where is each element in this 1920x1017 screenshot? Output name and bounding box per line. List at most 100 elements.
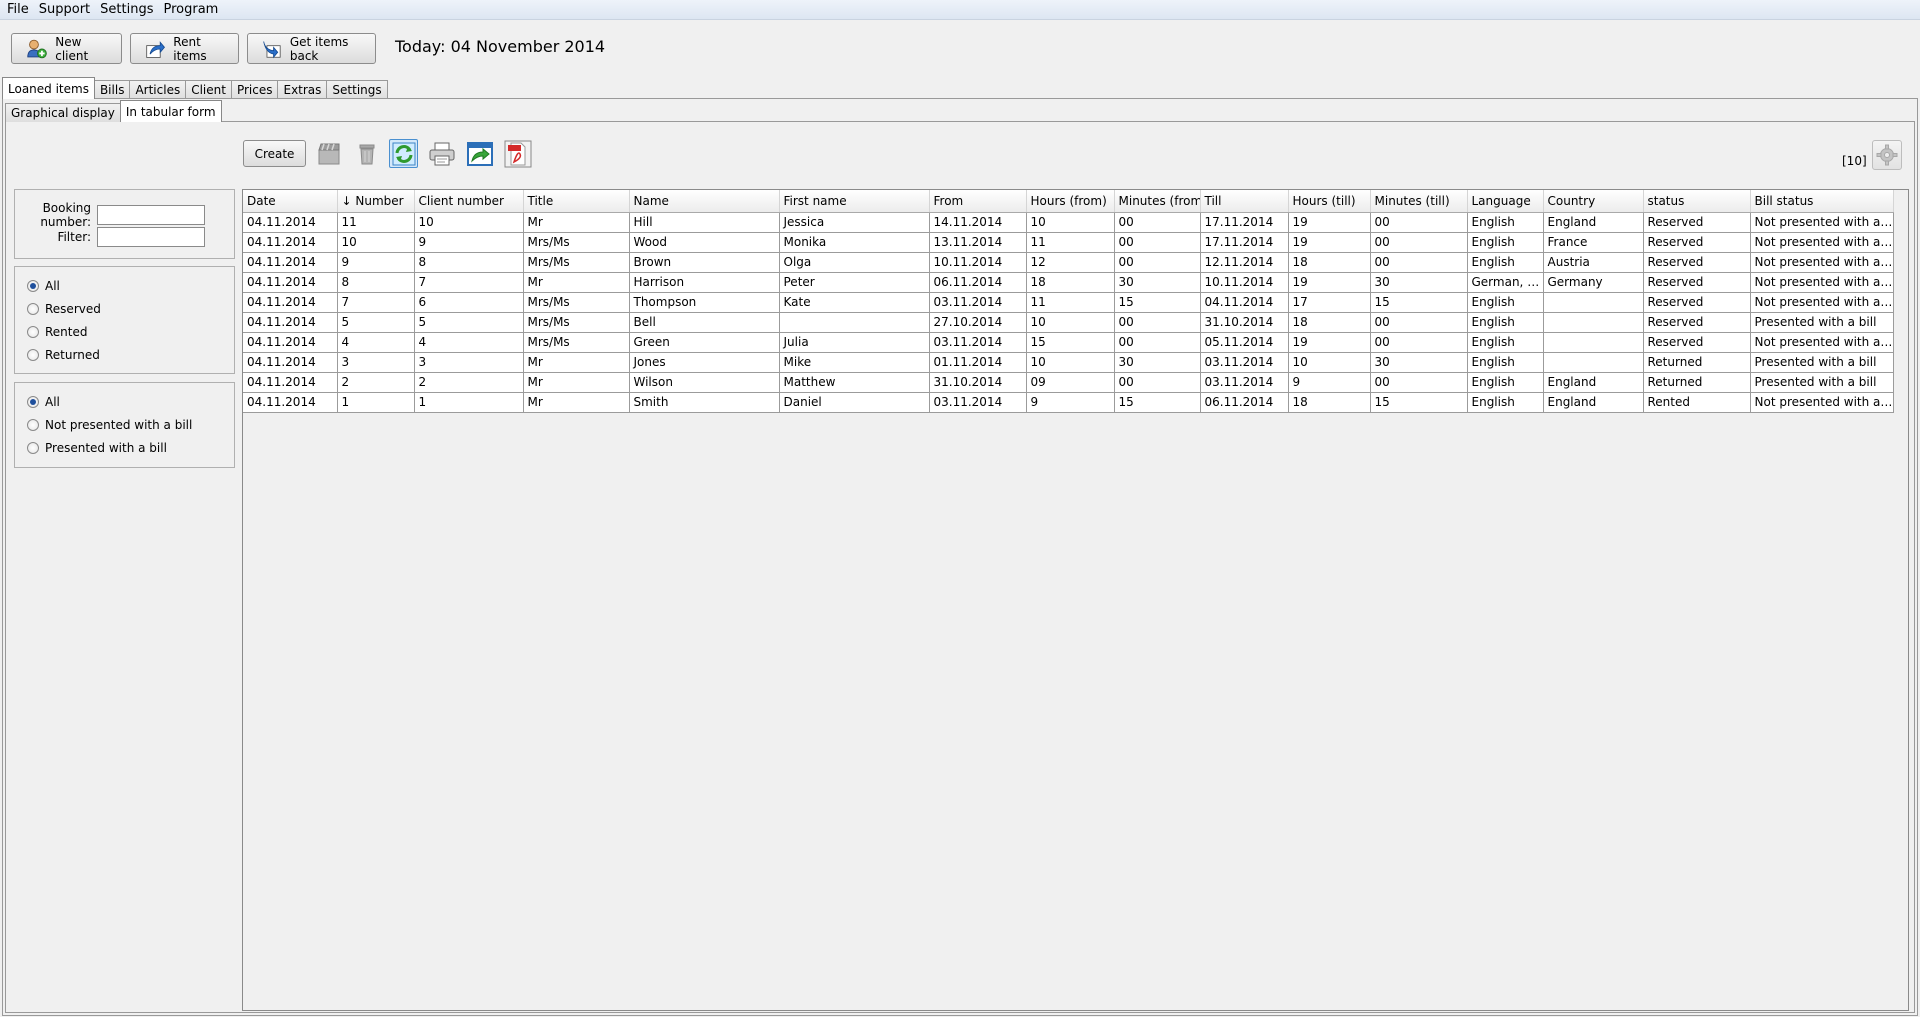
menu-settings[interactable]: Settings: [95, 2, 158, 17]
column-header[interactable]: Bill status: [1750, 190, 1894, 213]
edit-button[interactable]: [314, 139, 343, 168]
create-button[interactable]: Create: [243, 140, 306, 167]
tab-articles[interactable]: Articles: [129, 80, 187, 99]
column-header[interactable]: status: [1643, 190, 1751, 213]
table-cell: 04.11.2014: [243, 312, 338, 333]
today-date: Today: 04 November 2014: [395, 37, 606, 56]
column-header[interactable]: Language: [1467, 190, 1544, 213]
column-header[interactable]: ↓ Number: [337, 190, 415, 213]
export-button[interactable]: [465, 139, 494, 168]
pdf-button[interactable]: [503, 139, 532, 168]
column-header[interactable]: Name: [629, 190, 780, 213]
table-cell: Germany: [1543, 272, 1644, 293]
print-button[interactable]: [427, 139, 456, 168]
table-cell: [1543, 352, 1644, 373]
rent-items-button[interactable]: Rent items: [130, 33, 239, 64]
column-header[interactable]: Hours (till): [1288, 190, 1371, 213]
tab-extras[interactable]: Extras: [277, 80, 328, 99]
table-cell: [1543, 332, 1644, 353]
table-cell: 3: [414, 352, 524, 373]
table-row[interactable]: 04.11.2014 8 7 Mr Harrison Peter 06.11.2014 18 3…: [243, 272, 1894, 293]
table-cell: 1: [414, 392, 524, 413]
menu-file[interactable]: File: [2, 2, 34, 17]
bill-radio-not-presented[interactable]: Not presented with a bill: [27, 418, 192, 432]
delete-button[interactable]: [352, 139, 381, 168]
table-cell: Not presented with a bill: [1750, 232, 1894, 253]
table-cell: 17.11.2014: [1200, 212, 1289, 233]
status-radio-returned[interactable]: Returned: [27, 348, 100, 362]
column-header[interactable]: Hours (from): [1026, 190, 1115, 213]
column-header[interactable]: Title: [523, 190, 630, 213]
booking-number-label: Booking number:: [40, 201, 91, 229]
bill-radio-label: Presented with a bill: [45, 441, 167, 455]
tab-in-tabular-form[interactable]: In tabular form: [119, 100, 222, 122]
table-cell: 30: [1370, 272, 1468, 293]
table-cell: 15: [1026, 332, 1115, 353]
table-cell: 30: [1114, 272, 1201, 293]
table-cell: Mr: [523, 392, 630, 413]
table-cell: 03.11.2014: [1200, 372, 1289, 393]
refresh-button[interactable]: [389, 139, 418, 168]
table-cell: 5: [414, 312, 524, 333]
table-cell: 19: [1288, 232, 1371, 253]
table-cell: Olga: [779, 252, 930, 273]
table-row[interactable]: 04.11.2014 11 10 Mr Hill Jessica 14.11.2014 10 0…: [243, 212, 1894, 233]
menu-program[interactable]: Program: [158, 2, 223, 17]
table-row[interactable]: 04.11.2014 3 3 Mr Jones Mike 01.11.2014 10 30 03.…: [243, 352, 1894, 373]
table-cell: English: [1467, 212, 1544, 233]
table-cell: Jones: [629, 352, 780, 373]
table-cell: Not presented with a bill: [1750, 212, 1894, 233]
tab-loaned-items[interactable]: Loaned items: [2, 77, 95, 99]
tab-prices[interactable]: Prices: [230, 80, 279, 99]
column-header[interactable]: Till: [1200, 190, 1289, 213]
column-header[interactable]: From: [929, 190, 1027, 213]
table-cell: 11: [1026, 232, 1115, 253]
table-cell: Not presented with a bill: [1750, 292, 1894, 313]
table-cell: 4: [337, 332, 415, 353]
column-header[interactable]: Minutes (till): [1370, 190, 1468, 213]
status-radio-reserved[interactable]: Reserved: [27, 302, 101, 316]
table-cell: [779, 312, 930, 333]
status-radio-rented[interactable]: Rented: [27, 325, 88, 339]
table-row[interactable]: 04.11.2014 10 9 Mrs/Ms Wood Monika 13.11.2014 1…: [243, 232, 1894, 253]
filter-box: Booking number: Filter:: [14, 189, 235, 259]
table-cell: 06.11.2014: [929, 272, 1027, 293]
table-cell: 01.11.2014: [929, 352, 1027, 373]
booking-number-input[interactable]: [97, 205, 205, 225]
tab-graphical-display[interactable]: Graphical display: [5, 103, 121, 122]
table-cell: Returned: [1643, 352, 1751, 373]
filter-input[interactable]: [97, 227, 205, 247]
table-cell: Not presented with a bill: [1750, 392, 1894, 413]
menu-support[interactable]: Support: [34, 2, 95, 17]
bill-radio-all[interactable]: All: [27, 395, 60, 409]
table-row[interactable]: 04.11.2014 4 4 Mrs/Ms Green Julia 03.11.2014 15…: [243, 332, 1894, 353]
table-row[interactable]: 04.11.2014 9 8 Mrs/Ms Brown Olga 10.11.2014 12 0…: [243, 252, 1894, 273]
get-items-back-label: Get items back: [289, 34, 349, 63]
table-row[interactable]: 04.11.2014 2 2 Mr Wilson Matthew 31.10.2014 09 0…: [243, 372, 1894, 393]
table-cell: 8: [414, 252, 524, 273]
column-header[interactable]: Minutes (from): [1114, 190, 1201, 213]
table-cell: Mr: [523, 352, 630, 373]
bill-radio-presented[interactable]: Presented with a bill: [27, 441, 167, 455]
table-cell: 7: [414, 272, 524, 293]
tab-settings[interactable]: Settings: [326, 80, 388, 99]
table-cell: Harrison: [629, 272, 780, 293]
column-header[interactable]: First name: [779, 190, 930, 213]
column-header[interactable]: Date: [243, 190, 338, 213]
table-row[interactable]: 04.11.2014 7 6 Mrs/Ms Thompson Kate 03.11.2014…: [243, 292, 1894, 313]
new-client-button[interactable]: New client: [11, 33, 122, 64]
column-header[interactable]: Country: [1543, 190, 1644, 213]
table-cell: 00: [1114, 252, 1201, 273]
table-cell: England: [1543, 392, 1644, 413]
tab-client[interactable]: Client: [185, 80, 232, 99]
table-row[interactable]: 04.11.2014 1 1 Mr Smith Daniel 03.11.2014 9 15 06…: [243, 392, 1894, 413]
tab-bills[interactable]: Bills: [93, 80, 131, 99]
table-cell: 3: [337, 352, 415, 373]
table-settings-button[interactable]: [1872, 140, 1902, 170]
status-radio-all[interactable]: All: [27, 279, 60, 293]
table-cell: 13.11.2014: [929, 232, 1027, 253]
table-row[interactable]: 04.11.2014 5 5 Mrs/Ms Bell 27.10.2014 10 00 31.1…: [243, 312, 1894, 333]
get-items-back-button[interactable]: Get items back: [247, 33, 376, 64]
column-header[interactable]: Client number: [414, 190, 524, 213]
table-cell: Reserved: [1643, 292, 1751, 313]
